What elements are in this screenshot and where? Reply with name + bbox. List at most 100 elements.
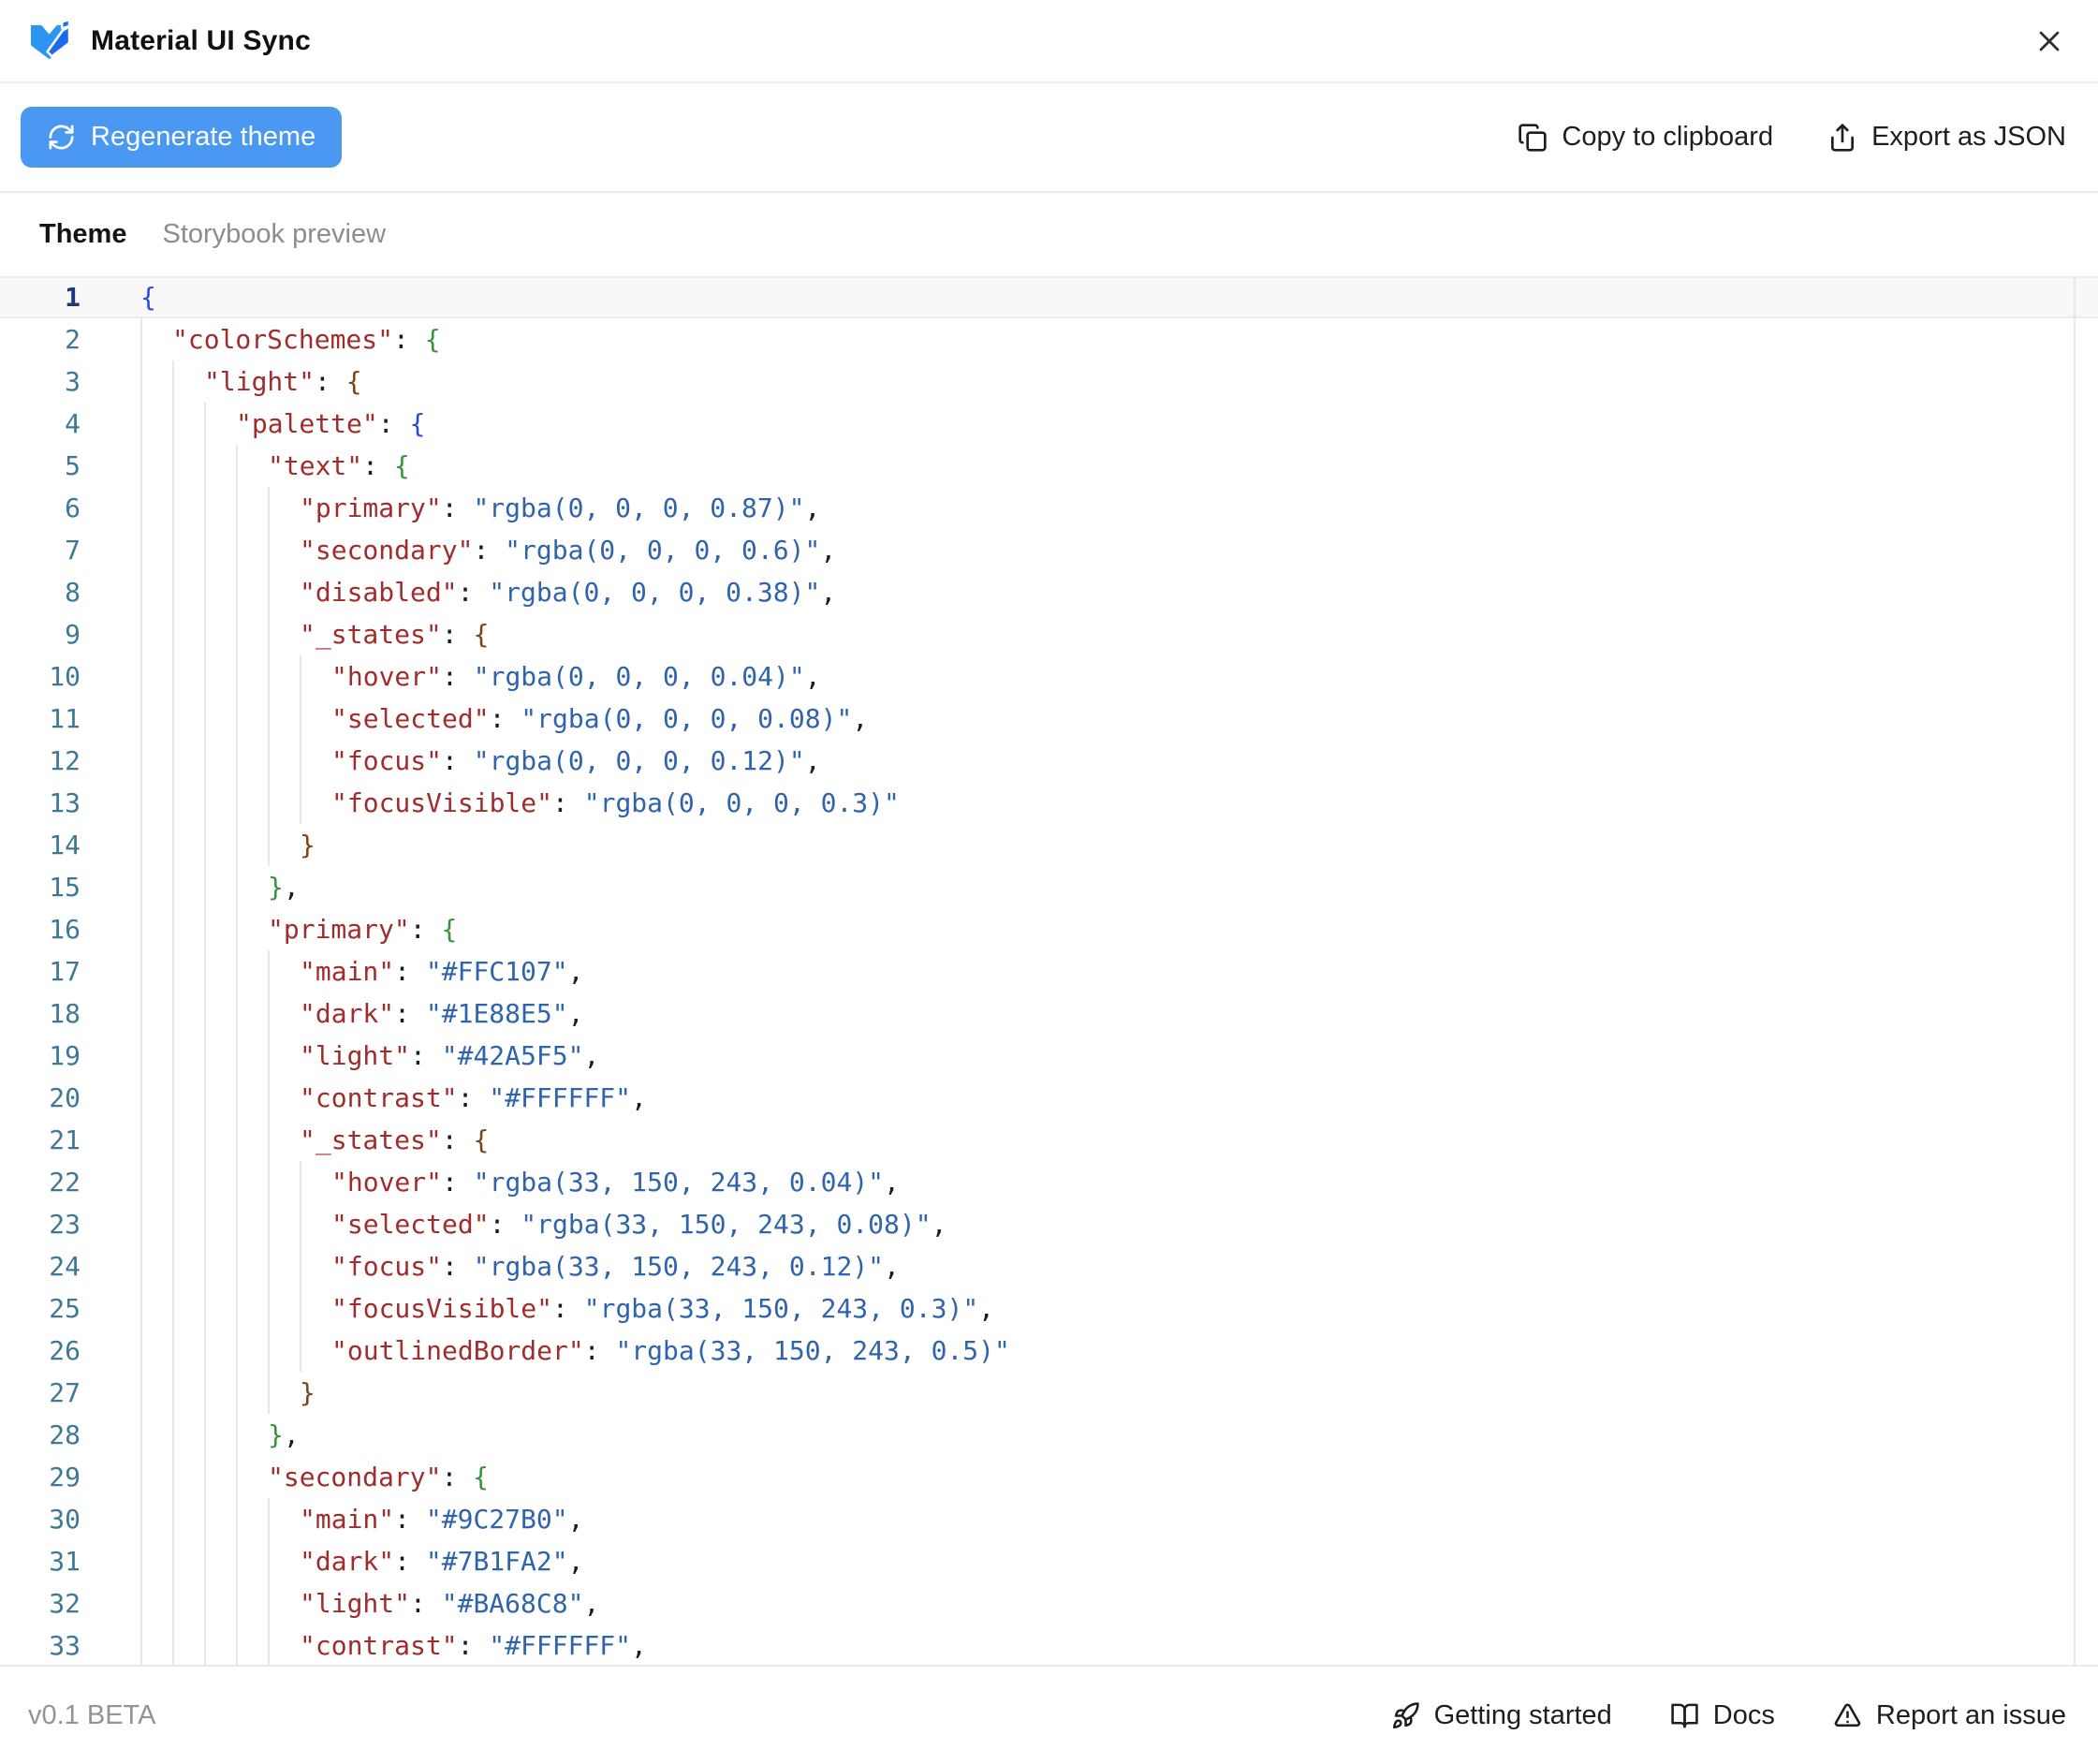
- code-line-content: "palette": {: [140, 403, 2098, 445]
- code-line-21: 21"_states": {: [0, 1119, 2098, 1161]
- code-line-content: },: [140, 1414, 2098, 1456]
- code-line-26: 26"outlinedBorder": "rgba(33, 150, 243, …: [0, 1330, 2098, 1372]
- line-number: 21: [0, 1119, 140, 1161]
- code-line-16: 16"primary": {: [0, 908, 2098, 950]
- code-line-content: "main": "#FFC107",: [140, 950, 2098, 992]
- code-line-content: "focusVisible": "rgba(0, 0, 0, 0.3)": [140, 782, 2098, 824]
- plugin-window: Material UI Sync Regenerate theme Copy t…: [0, 0, 2098, 1764]
- getting-started-label: Getting started: [1434, 1700, 1612, 1731]
- close-button[interactable]: [2029, 21, 2070, 62]
- code-line-5: 5"text": {: [0, 445, 2098, 487]
- code-line-27: 27}: [0, 1372, 2098, 1414]
- code-line-content: "_states": {: [140, 1119, 2098, 1161]
- version-label: v0.1 BETA: [28, 1700, 155, 1731]
- code-line-3: 3"light": {: [0, 360, 2098, 403]
- line-number: 32: [0, 1582, 140, 1624]
- line-number: 10: [0, 655, 140, 698]
- code-line-17: 17"main": "#FFC107",: [0, 950, 2098, 992]
- code-line-22: 22"hover": "rgba(33, 150, 243, 0.04)",: [0, 1161, 2098, 1203]
- code-line-content: "primary": {: [140, 908, 2098, 950]
- code-line-content: }: [140, 1372, 2098, 1414]
- book-open-icon: [1670, 1701, 1699, 1730]
- line-number: 26: [0, 1330, 140, 1372]
- line-number: 15: [0, 866, 140, 908]
- line-number: 20: [0, 1077, 140, 1119]
- line-number: 19: [0, 1035, 140, 1077]
- line-number: 6: [0, 487, 140, 529]
- line-number: 5: [0, 445, 140, 487]
- code-line-content: "primary": "rgba(0, 0, 0, 0.87)",: [140, 487, 2098, 529]
- footer-links: Getting started Docs Report an issue: [1391, 1700, 2066, 1731]
- code-line-32: 32"light": "#BA68C8",: [0, 1582, 2098, 1624]
- line-number: 9: [0, 613, 140, 655]
- code-line-content: "_states": {: [140, 613, 2098, 655]
- code-line-2: 2"colorSchemes": {: [0, 318, 2098, 360]
- code-line-content: "contrast": "#FFFFFF",: [140, 1624, 2098, 1665]
- tab-storybook-preview[interactable]: Storybook preview: [162, 219, 386, 250]
- code-line-content: "dark": "#1E88E5",: [140, 992, 2098, 1035]
- line-number: 1: [0, 276, 140, 318]
- code-line-content: {: [140, 276, 2098, 318]
- code-line-14: 14}: [0, 824, 2098, 866]
- code-line-content: "dark": "#7B1FA2",: [140, 1540, 2098, 1582]
- app-title: Material UI Sync: [91, 25, 311, 57]
- line-number: 4: [0, 403, 140, 445]
- code-line-24: 24"focus": "rgba(33, 150, 243, 0.12)",: [0, 1245, 2098, 1287]
- report-an-issue-link[interactable]: Report an issue: [1833, 1700, 2066, 1731]
- code-line-content: "focus": "rgba(0, 0, 0, 0.12)",: [140, 740, 2098, 782]
- code-line-content: "colorSchemes": {: [140, 318, 2098, 360]
- sync-icon: [47, 123, 76, 152]
- code-line-9: 9"_states": {: [0, 613, 2098, 655]
- code-lines: 1{2"colorSchemes": {3"light": {4"palette…: [0, 276, 2098, 1665]
- code-line-6: 6"primary": "rgba(0, 0, 0, 0.87)",: [0, 487, 2098, 529]
- code-line-23: 23"selected": "rgba(33, 150, 243, 0.08)"…: [0, 1203, 2098, 1245]
- code-line-31: 31"dark": "#7B1FA2",: [0, 1540, 2098, 1582]
- regenerate-theme-label: Regenerate theme: [91, 122, 315, 153]
- line-number: 25: [0, 1287, 140, 1330]
- line-number: 24: [0, 1245, 140, 1287]
- code-line-content: "disabled": "rgba(0, 0, 0, 0.38)",: [140, 571, 2098, 613]
- code-line-30: 30"main": "#9C27B0",: [0, 1498, 2098, 1540]
- code-line-7: 7"secondary": "rgba(0, 0, 0, 0.6)",: [0, 529, 2098, 571]
- line-number: 29: [0, 1456, 140, 1498]
- export-icon: [1827, 123, 1857, 153]
- code-line-29: 29"secondary": {: [0, 1456, 2098, 1498]
- close-icon: [2032, 24, 2066, 58]
- line-number: 11: [0, 698, 140, 740]
- code-line-content: "secondary": "rgba(0, 0, 0, 0.6)",: [140, 529, 2098, 571]
- code-line-content: "focus": "rgba(33, 150, 243, 0.12)",: [140, 1245, 2098, 1287]
- mui-logo: [28, 20, 72, 62]
- code-line-content: "secondary": {: [140, 1456, 2098, 1498]
- line-number: 2: [0, 318, 140, 360]
- docs-link[interactable]: Docs: [1670, 1700, 1775, 1731]
- toolbar: Regenerate theme Copy to clipboard Expor…: [0, 83, 2098, 193]
- copy-to-clipboard-label: Copy to clipboard: [1562, 122, 1773, 153]
- copy-icon: [1518, 123, 1548, 153]
- copy-to-clipboard-button[interactable]: Copy to clipboard: [1518, 122, 1773, 153]
- regenerate-theme-button[interactable]: Regenerate theme: [21, 107, 342, 168]
- code-line-4: 4"palette": {: [0, 403, 2098, 445]
- code-line-content: "contrast": "#FFFFFF",: [140, 1077, 2098, 1119]
- code-editor[interactable]: 1{2"colorSchemes": {3"light": {4"palette…: [0, 276, 2098, 1665]
- line-number: 33: [0, 1624, 140, 1665]
- code-line-13: 13"focusVisible": "rgba(0, 0, 0, 0.3)": [0, 782, 2098, 824]
- code-line-content: "main": "#9C27B0",: [140, 1498, 2098, 1540]
- line-number: 3: [0, 360, 140, 403]
- code-line-15: 15},: [0, 866, 2098, 908]
- code-line-content: "selected": "rgba(0, 0, 0, 0.08)",: [140, 698, 2098, 740]
- line-number: 28: [0, 1414, 140, 1456]
- code-line-28: 28},: [0, 1414, 2098, 1456]
- getting-started-link[interactable]: Getting started: [1391, 1700, 1612, 1731]
- line-number: 12: [0, 740, 140, 782]
- tab-theme[interactable]: Theme: [39, 219, 126, 250]
- code-line-18: 18"dark": "#1E88E5",: [0, 992, 2098, 1035]
- statusbar: v0.1 BETA Getting started Docs: [0, 1665, 2098, 1764]
- report-an-issue-label: Report an issue: [1876, 1700, 2066, 1731]
- line-number: 13: [0, 782, 140, 824]
- code-line-content: "light": "#BA68C8",: [140, 1582, 2098, 1624]
- line-number: 18: [0, 992, 140, 1035]
- line-number: 23: [0, 1203, 140, 1245]
- code-line-10: 10"hover": "rgba(0, 0, 0, 0.04)",: [0, 655, 2098, 698]
- code-line-content: "text": {: [140, 445, 2098, 487]
- export-as-json-button[interactable]: Export as JSON: [1827, 122, 2066, 153]
